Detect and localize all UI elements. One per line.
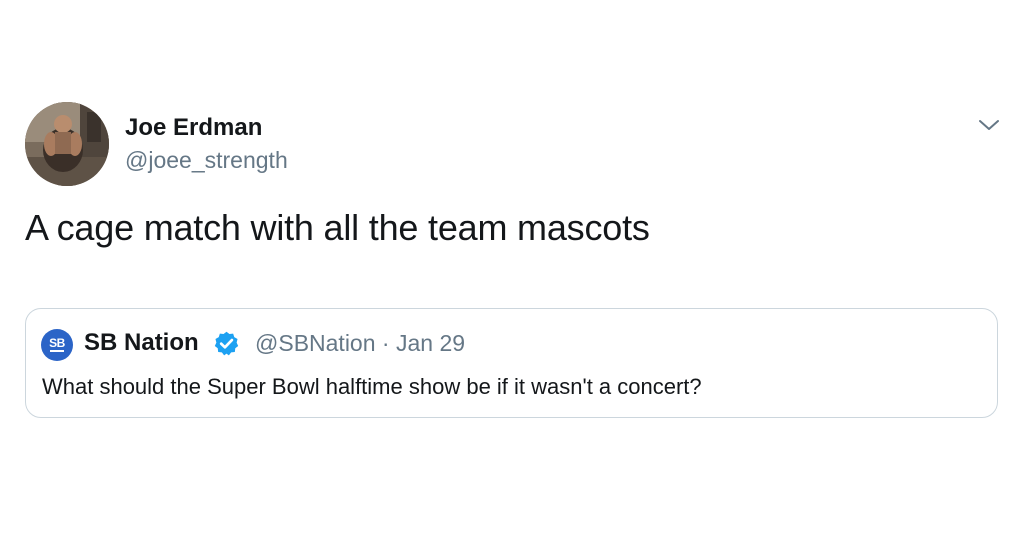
verified-badge-icon: [214, 331, 239, 356]
quoted-author-name: SB Nation: [84, 329, 199, 356]
quoted-tweet-date[interactable]: Jan 29: [396, 330, 465, 356]
tweet-text: A cage match with all the team mascots: [25, 207, 650, 248]
author-name[interactable]: Joe Erdman: [125, 114, 262, 142]
author-handle[interactable]: @joee_strength: [125, 147, 288, 174]
quoted-author-handle[interactable]: @SBNation: [255, 330, 376, 356]
meta-separator: ·: [381, 330, 390, 356]
avatar-photo: [25, 102, 109, 186]
author-avatar[interactable]: [25, 102, 109, 186]
tweet-card: Joe Erdman @joee_strength A cage match w…: [0, 0, 1024, 536]
sbnation-logo-bar: [50, 350, 64, 352]
quoted-tweet[interactable]: SB SB Nation @SBNation · Jan 29 What sho…: [25, 308, 998, 418]
quoted-meta: @SBNation · Jan 29: [255, 330, 465, 357]
chevron-down-icon: [979, 120, 999, 130]
quoted-tweet-text: What should the Super Bowl halftime show…: [42, 374, 702, 399]
sbnation-logo-icon: SB: [41, 329, 73, 361]
tweet-menu-button[interactable]: [972, 108, 1006, 142]
sbnation-logo-text: SB: [49, 336, 65, 350]
